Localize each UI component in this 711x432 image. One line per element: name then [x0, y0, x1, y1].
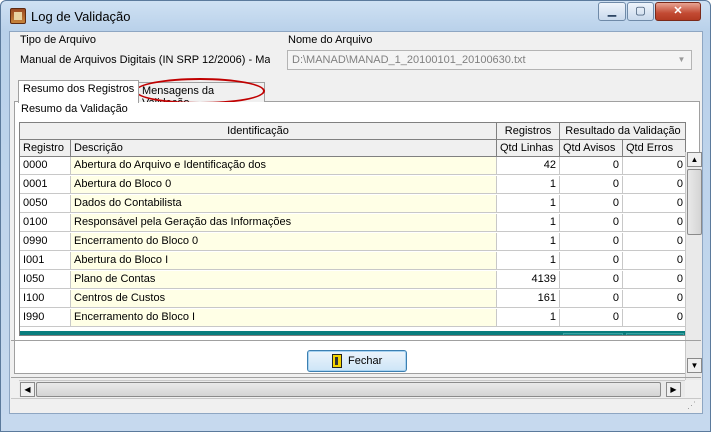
- cell-descricao: Dados do Contabilista: [71, 195, 497, 213]
- cell-registro: 0000: [20, 157, 71, 175]
- scroll-left-icon[interactable]: ◀: [20, 382, 35, 397]
- cell-qtd-linhas: 1: [497, 309, 560, 327]
- column-header-descricao[interactable]: Descrição: [71, 140, 497, 157]
- cell-qtd-avisos: 0: [560, 176, 623, 194]
- nome-arquivo-label: Nome do Arquivo: [288, 34, 373, 46]
- window-client-area: Tipo de Arquivo Manual de Arquivos Digit…: [9, 31, 703, 414]
- column-header-qtd-avisos[interactable]: Qtd Avisos: [560, 140, 623, 157]
- table-row[interactable]: I100 Centros de Custos 161 0 0: [20, 290, 685, 308]
- table-row[interactable]: 0001 Abertura do Bloco 0100: [20, 176, 685, 194]
- cell-qtd-avisos: 0: [560, 271, 623, 289]
- cell-qtd-avisos: 0: [560, 252, 623, 270]
- nome-arquivo-value: D:\MANAD\MANAD_1_20100101_20100630.txt: [292, 54, 526, 66]
- cell-registro: I990: [20, 309, 71, 327]
- cell-qtd-erros: 0: [623, 176, 685, 194]
- title-bar[interactable]: Log de Validação ▁ ▢ ✕: [1, 1, 710, 31]
- cell-registro: 0050: [20, 195, 71, 213]
- cell-qtd-erros: 0: [623, 290, 685, 308]
- cell-qtd-erros: 0: [623, 252, 685, 270]
- cell-qtd-erros: 0: [623, 233, 685, 251]
- cell-descricao: Abertura do Arquivo e Identificação dos: [71, 157, 497, 175]
- close-button[interactable]: ✕: [655, 2, 701, 21]
- table-row[interactable]: I990 Encerramento do Bloco I100: [20, 309, 685, 327]
- table-row[interactable]: 0990 Encerramento do Bloco 0100: [20, 233, 685, 251]
- horizontal-scrollbar[interactable]: ◀ ▶: [19, 380, 685, 397]
- tipo-arquivo-label: Tipo de Arquivo: [20, 34, 97, 46]
- fechar-label: Fechar: [348, 355, 383, 367]
- header-identificacao: Identificação: [20, 123, 497, 140]
- table-row[interactable]: I050 Plano de Contas 4139 0 0: [20, 271, 685, 289]
- cell-descricao: Plano de Contas: [71, 271, 497, 289]
- results-grid[interactable]: Identificação Registros Resultado da Val…: [19, 122, 686, 336]
- validation-log-window: Log de Validação ▁ ▢ ✕ Tipo de Arquivo M…: [0, 0, 711, 432]
- window-title: Log de Validação: [31, 9, 131, 24]
- table-row[interactable]: I001 Abertura do Bloco I100: [20, 252, 685, 270]
- column-header-qtd-erros[interactable]: Qtd Erros: [623, 140, 685, 157]
- table-row[interactable]: 0100 Responsável pela Geração das Informa…: [20, 214, 685, 232]
- tab-mensagens-validacao[interactable]: Mensagens da Validação: [137, 82, 265, 109]
- tab-resumo-registros[interactable]: Resumo dos Registros: [18, 80, 140, 103]
- horizontal-scroll-thumb[interactable]: [36, 382, 661, 397]
- table-row[interactable]: 0050 Dados do Contabilista 1 0 0: [20, 195, 685, 213]
- total-erros: 1: [626, 333, 684, 335]
- status-bar: ⋰: [11, 398, 701, 413]
- cell-qtd-linhas: 1: [497, 214, 560, 232]
- cell-registro: 0100: [20, 214, 71, 232]
- resumo-panel: Resumo da Validação Identificação Regist…: [14, 102, 702, 397]
- cell-qtd-linhas: 1: [497, 233, 560, 251]
- panel-title: Resumo da Validação: [21, 103, 128, 115]
- cell-registro: I050: [20, 271, 71, 289]
- cell-qtd-erros: 0: [623, 271, 685, 289]
- cell-descricao: Encerramento do Bloco 0: [71, 233, 497, 251]
- minimize-button[interactable]: ▁: [598, 2, 626, 21]
- cell-qtd-linhas: 4139: [497, 271, 560, 289]
- cell-registro: I001: [20, 252, 71, 270]
- exit-door-icon: [332, 354, 342, 368]
- cell-registro: I100: [20, 290, 71, 308]
- fechar-button[interactable]: Fechar: [307, 350, 407, 372]
- cell-qtd-linhas: 1: [497, 195, 560, 213]
- cell-qtd-avisos: 0: [560, 290, 623, 308]
- cell-qtd-avisos: 0: [560, 214, 623, 232]
- cell-qtd-linhas: 1: [497, 252, 560, 270]
- scroll-up-icon[interactable]: ▲: [687, 152, 702, 167]
- column-header-qtd-linhas[interactable]: Qtd Linhas: [497, 140, 560, 157]
- totals-row: 59 1: [20, 331, 685, 335]
- scroll-right-icon[interactable]: ▶: [666, 382, 681, 397]
- cell-descricao: Encerramento do Bloco I: [71, 309, 497, 327]
- cell-qtd-erros: 0: [623, 157, 685, 175]
- cell-registro: 0990: [20, 233, 71, 251]
- cell-qtd-erros: 0: [623, 214, 685, 232]
- app-icon: [10, 8, 26, 24]
- vertical-scroll-thumb[interactable]: [687, 169, 702, 235]
- table-row[interactable]: 0000 Abertura do Arquivo e Identificação …: [20, 157, 685, 175]
- cell-qtd-avisos: 0: [560, 157, 623, 175]
- total-avisos: 59: [563, 333, 623, 335]
- cell-qtd-linhas: 161: [497, 290, 560, 308]
- header-registros: Registros: [497, 123, 560, 140]
- cell-qtd-linhas: 1: [497, 176, 560, 194]
- cell-qtd-erros: 0: [623, 195, 685, 213]
- cell-descricao: Responsável pela Geração das Informações: [71, 214, 497, 232]
- maximize-button[interactable]: ▢: [627, 2, 654, 21]
- cell-descricao: Abertura do Bloco I: [71, 252, 497, 270]
- column-header-registro[interactable]: Registro: [20, 140, 71, 157]
- tipo-arquivo-value: Manual de Arquivos Digitais (IN SRP 12/2…: [20, 54, 270, 66]
- cell-registro: 0001: [20, 176, 71, 194]
- cell-qtd-avisos: 0: [560, 195, 623, 213]
- cell-qtd-erros: 0: [623, 309, 685, 327]
- chevron-down-icon[interactable]: ▼: [674, 53, 689, 67]
- cell-descricao: Centros de Custos: [71, 290, 497, 308]
- nome-arquivo-combo[interactable]: D:\MANAD\MANAD_1_20100101_20100630.txt ▼: [287, 50, 692, 70]
- header-resultado: Resultado da Validação: [560, 123, 685, 140]
- button-bar: Fechar: [11, 340, 701, 378]
- resize-grip-icon[interactable]: ⋰: [687, 400, 699, 412]
- cell-descricao: Abertura do Bloco 0: [71, 176, 497, 194]
- cell-qtd-linhas: 42: [497, 157, 560, 175]
- cell-qtd-avisos: 0: [560, 233, 623, 251]
- tab-strip: Resumo dos Registros Mensagens da Valida…: [14, 80, 700, 109]
- cell-qtd-avisos: 0: [560, 309, 623, 327]
